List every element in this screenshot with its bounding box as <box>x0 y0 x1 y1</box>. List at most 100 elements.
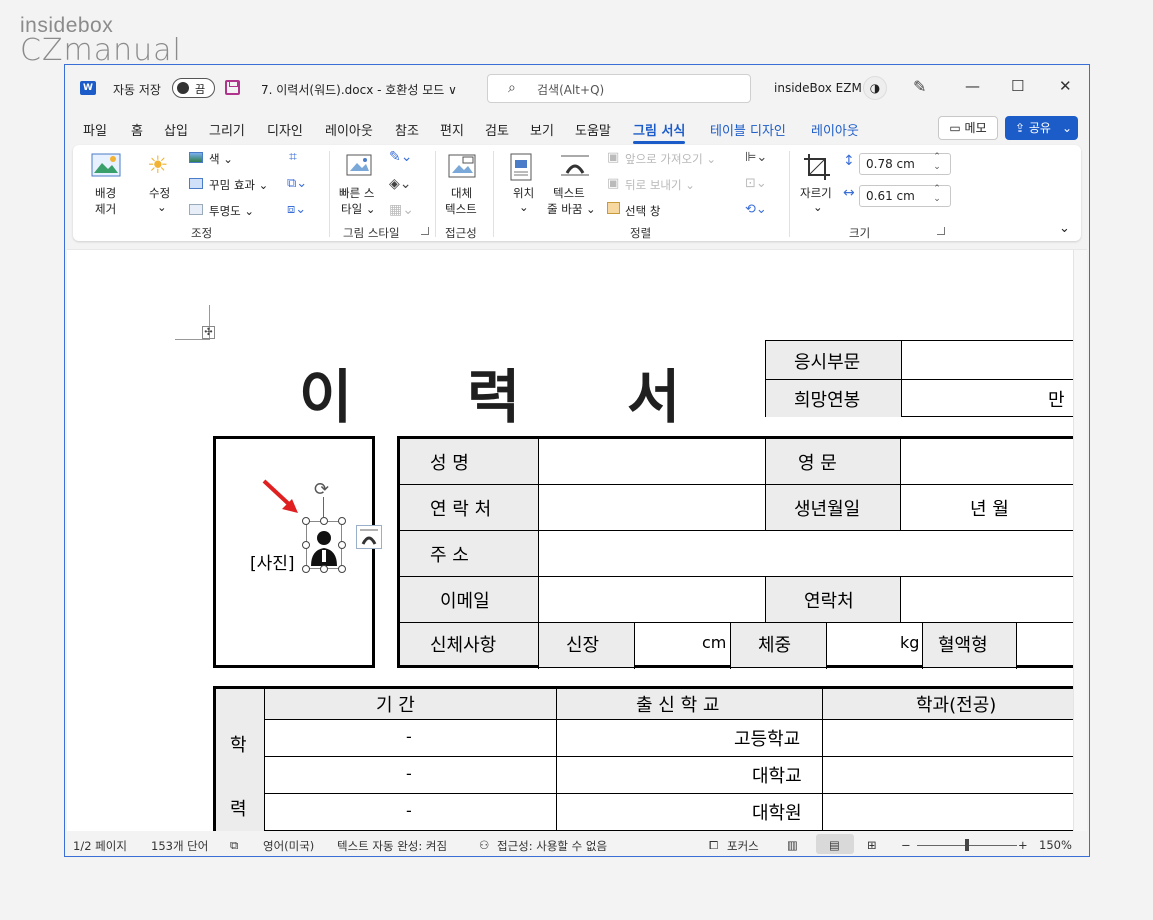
high-school-text: 고등학교 <box>734 729 801 750</box>
styles-dialog-launcher[interactable] <box>421 227 429 235</box>
resize-handle[interactable] <box>320 517 328 525</box>
zoom-out-icon[interactable]: − <box>901 838 911 852</box>
share-button[interactable]: ⇪ 공유 ⌄ <box>1005 116 1078 140</box>
apply-table: 응시부문 희망연봉 만 <box>765 340 1086 417</box>
zoom-level[interactable]: 150% <box>1039 838 1072 852</box>
language-status[interactable]: 영어(미국) <box>263 838 314 854</box>
quick-styles-label2: 타일 ⌄ <box>341 202 376 216</box>
transparency-icon[interactable] <box>189 204 203 215</box>
picture-effects-icon[interactable]: ◈⌄ <box>389 176 412 192</box>
tab-design[interactable]: 디자인 <box>267 120 303 139</box>
tab-table-design[interactable]: 테이블 디자인 <box>710 120 786 139</box>
picture-layout-icon[interactable]: ▦⌄ <box>389 202 414 218</box>
bring-forward-label[interactable]: 앞으로 가져오기 ⌄ <box>625 151 716 167</box>
ribbon-tabs: 파일 홈 삽입 그리기 디자인 레이아웃 참조 편지 검토 보기 도움말 그림 … <box>65 115 1089 144</box>
autosave-toggle[interactable]: 끔 <box>172 78 215 98</box>
brand-logo: insidebox CZmanual <box>20 14 182 66</box>
school-header: 출 신 학 교 <box>636 695 720 716</box>
focus-button[interactable]: 포커스 <box>727 838 759 854</box>
layout-options-icon[interactable] <box>356 525 382 549</box>
remove-background-icon[interactable] <box>91 153 121 177</box>
color-icon[interactable] <box>189 152 203 163</box>
tab-home[interactable]: 홈 <box>131 120 143 139</box>
table-move-handle-icon[interactable]: ✣ <box>202 326 215 339</box>
maximize-button[interactable]: ☐ <box>1011 77 1024 95</box>
chevron-down-icon: ⌄ <box>157 200 167 214</box>
word-count[interactable]: 153개 단어 <box>151 838 208 854</box>
wrap-text-label2[interactable]: 줄 바꿈 ⌄ <box>547 201 596 217</box>
compress-icon[interactable]: ⌗ <box>289 149 297 165</box>
resize-handle[interactable] <box>302 517 310 525</box>
tab-view[interactable]: 보기 <box>530 120 554 139</box>
resize-handle[interactable] <box>302 541 310 549</box>
document-area[interactable]: ✣ 이 력 서 응시부문 희망연봉 만 [사진] ⟳ 성 명 영 문 연 락 처… <box>67 249 1087 831</box>
resize-handle[interactable] <box>320 565 328 573</box>
close-button[interactable]: ✕ <box>1059 77 1072 95</box>
pen-icon[interactable]: ✎ <box>913 77 926 96</box>
minimize-button[interactable]: — <box>965 77 980 95</box>
group-separator <box>789 151 790 237</box>
alt-text-icon[interactable] <box>447 153 479 181</box>
tab-picture-format[interactable]: 그림 서식 <box>633 120 686 144</box>
resize-handle[interactable] <box>338 541 346 549</box>
send-backward-label[interactable]: 뒤로 보내기 ⌄ <box>625 177 695 193</box>
search-box[interactable]: ⌕ 검색(Alt+Q) <box>487 74 751 103</box>
tab-draw[interactable]: 그리기 <box>209 120 245 139</box>
document-name[interactable]: 7. 이력서(워드).docx - 호환성 모드 ∨ <box>261 81 457 98</box>
period-dash-1: - <box>406 727 412 746</box>
resize-handle[interactable] <box>302 565 310 573</box>
crop-icon[interactable] <box>803 153 831 181</box>
proofing-icon[interactable]: ⧉ <box>230 838 238 853</box>
info-table: 성 명 영 문 연 락 처 생년월일 년 월 주 소 이메일 연락처 신체사항 … <box>397 436 1087 669</box>
color-label[interactable]: 색 ⌄ <box>209 151 233 167</box>
picture-border-icon[interactable]: ✎⌄ <box>389 149 412 165</box>
save-icon[interactable] <box>225 80 240 95</box>
tab-references[interactable]: 참조 <box>395 120 419 139</box>
comment-icon: ▭ <box>949 121 965 135</box>
group-objects-icon[interactable]: ⊡⌄ <box>745 176 767 191</box>
page-count[interactable]: 1/2 페이지 <box>73 838 127 854</box>
resize-handle[interactable] <box>338 517 346 525</box>
transparency-label[interactable]: 투명도 ⌄ <box>209 203 254 219</box>
size-dialog-launcher[interactable] <box>937 227 945 235</box>
corrections-icon[interactable]: ☀ <box>147 151 169 179</box>
zoom-thumb[interactable] <box>965 839 969 851</box>
width-input[interactable]: 0.61 cm <box>859 184 951 207</box>
artistic-effects-label[interactable]: 꾸밈 효과 ⌄ <box>209 177 268 193</box>
rotate-handle-icon[interactable]: ⟳ <box>314 479 329 500</box>
memo-button[interactable]: ▭ 메모 <box>938 116 998 140</box>
selection-pane-label[interactable]: 선택 창 <box>625 203 660 219</box>
crop-label[interactable]: 자르기 <box>800 185 832 201</box>
align-icon[interactable]: ⊫⌄ <box>745 150 767 165</box>
tab-mailings[interactable]: 편지 <box>440 120 464 139</box>
word-app-icon: W <box>80 81 96 95</box>
ribbon-collapse-icon[interactable]: ⌄ <box>1059 221 1070 236</box>
position-icon[interactable] <box>509 153 533 181</box>
artistic-effects-icon[interactable] <box>189 178 203 189</box>
quick-styles-icon[interactable] <box>345 153 375 179</box>
tab-table-layout[interactable]: 레이아웃 <box>811 120 859 139</box>
avatar[interactable]: ◑ <box>863 76 887 100</box>
rotate-icon[interactable]: ⟲⌄ <box>745 202 767 217</box>
reset-picture-icon[interactable]: ⧈⌄ <box>287 202 306 217</box>
account-name[interactable]: insideBox EZM <box>774 81 862 95</box>
change-picture-icon[interactable]: ⧉⌄ <box>287 176 307 191</box>
resize-handle[interactable] <box>338 565 346 573</box>
accessibility-status[interactable]: 접근성: 사용할 수 없음 <box>497 838 607 854</box>
read-mode-icon[interactable]: ▥ <box>787 838 798 852</box>
selected-picture[interactable] <box>306 521 342 569</box>
share-icon: ⇪ <box>1015 121 1029 135</box>
tab-file[interactable]: 파일 <box>83 120 107 139</box>
tab-layout[interactable]: 레이아웃 <box>325 120 373 139</box>
tab-help[interactable]: 도움말 <box>575 120 611 139</box>
tab-insert[interactable]: 삽입 <box>164 120 188 139</box>
web-layout-icon[interactable]: ⊞ <box>867 838 877 852</box>
position-label[interactable]: 위치 <box>513 185 534 201</box>
vertical-scrollbar[interactable] <box>1073 250 1087 831</box>
corrections-label[interactable]: 수정 <box>149 185 170 201</box>
wrap-text-icon[interactable] <box>559 153 591 177</box>
tab-review[interactable]: 검토 <box>485 120 509 139</box>
height-input[interactable]: 0.78 cm <box>859 152 951 175</box>
zoom-in-icon[interactable]: + <box>1018 838 1028 852</box>
autocomplete-status[interactable]: 텍스트 자동 완성: 켜짐 <box>337 838 447 854</box>
